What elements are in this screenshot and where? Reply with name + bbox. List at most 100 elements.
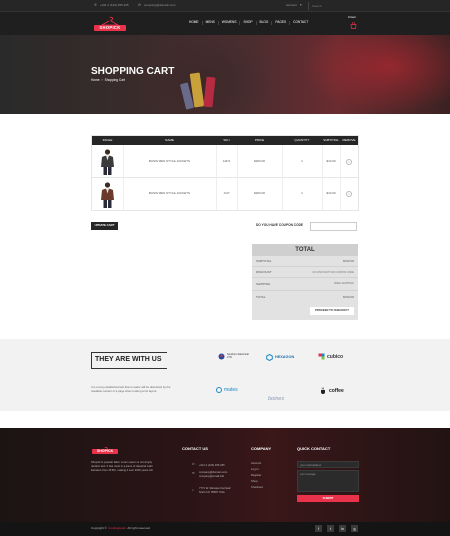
footer-email-1[interactable]: company@domain.com: [199, 471, 227, 474]
partner-logo-mates[interactable]: mates: [216, 387, 238, 393]
totals-row: SUBTOTAL $700.00: [252, 256, 358, 267]
linkedin-icon[interactable]: in: [339, 525, 346, 532]
close-icon: ×: [346, 158, 352, 165]
partner-logo-southern[interactable]: Southern Electrical LTD: [218, 353, 249, 360]
submit-button[interactable]: SUBMIT: [297, 495, 359, 502]
phone-icon: ✆: [94, 3, 97, 7]
partners-heading: THEY ARE WITH US: [95, 356, 162, 363]
copyright-bar: Copyright © Codingstudio All right reser…: [0, 522, 450, 536]
cart-table: IMAGE NAME SKU PRICE QUANTITY SUBTOTAL R…: [91, 135, 359, 211]
total-value: $700.00: [343, 295, 354, 299]
quantity-input[interactable]: 1: [282, 178, 322, 210]
nav-womens[interactable]: WOMENS: [219, 20, 241, 25]
google-plus-icon[interactable]: g: [351, 525, 358, 532]
page-title: SHOPPING CART: [91, 66, 175, 77]
hexagon-logo-icon: [266, 354, 273, 361]
partner-logo-boines[interactable]: boines: [268, 387, 284, 405]
footer-about-line2: random text. It has roots in a piece of …: [91, 465, 153, 468]
southern-logo-icon: [218, 353, 225, 360]
partners-section: THEY ARE WITH US It is a long establishe…: [0, 339, 450, 411]
company-link-shop[interactable]: Shop: [251, 479, 258, 483]
chevron-down-icon: ▾: [300, 3, 302, 7]
cart-count: 0 item: [348, 15, 357, 19]
twitter-icon[interactable]: t: [327, 525, 334, 532]
mail-icon: ✉: [192, 471, 195, 475]
mates-logo-icon: [216, 387, 222, 393]
product-name[interactable]: BASIS MEN STYLE JACKETS: [123, 145, 216, 178]
account-link[interactable]: Account: [286, 3, 297, 8]
partner-logo-hexagon[interactable]: HEXAGON: [266, 354, 294, 361]
quick-message-textarea[interactable]: your message: [297, 470, 359, 492]
footer-logo-text: SHOPICK: [92, 449, 118, 454]
footer-phone: +011 2 (123) 456 325: [199, 463, 225, 467]
quick-email-input[interactable]: your email address: [297, 461, 359, 468]
phone-icon: ✆: [192, 462, 195, 466]
total-label: TOTAL: [256, 295, 266, 299]
footer-address-2: North UC 55667 USA: [199, 491, 225, 494]
company-title: COMPANY: [251, 446, 272, 451]
hero-bokeh: [300, 35, 450, 114]
remove-button[interactable]: ×: [340, 178, 358, 210]
copyright-text: Copyright © Codingstudio All right reser…: [91, 526, 150, 531]
breadcrumb-home[interactable]: Home: [91, 78, 100, 83]
product-subtotal: $10.00: [326, 158, 336, 163]
partner-logo-coffee[interactable]: coffee: [320, 387, 344, 394]
facebook-icon[interactable]: f: [315, 525, 322, 532]
quick-contact-title: QUICK CONTACT: [297, 446, 331, 451]
mail-icon: ✉: [138, 3, 141, 7]
map-pin-icon: ⌖: [192, 488, 194, 492]
copyright-brand-link[interactable]: Codingstudio: [108, 526, 126, 531]
breadcrumb-separator-icon: ›: [101, 78, 103, 82]
footer-email-2[interactable]: company@email.info: [199, 475, 224, 478]
coupon-input[interactable]: [310, 222, 357, 231]
footer: SHOPICK Shopick is popular label. Lorem …: [0, 428, 450, 522]
search-input[interactable]: [308, 1, 358, 10]
nav-mens[interactable]: MENS: [203, 20, 219, 25]
header: SHOPICK HOME MENS WOMENS SHOP BLOG PAGES…: [0, 11, 450, 35]
coupon-label: DO YOU HAVE COUPON CODE: [256, 223, 303, 227]
company-link-register[interactable]: Register: [251, 473, 261, 477]
nav-shop[interactable]: SHOP: [240, 20, 257, 25]
totals-title: TOTAL: [252, 244, 358, 256]
coffee-cup-icon: [321, 387, 325, 394]
top-email[interactable]: company@domain.com: [144, 3, 176, 8]
partner-logo-cubico[interactable]: cubico: [318, 353, 343, 360]
nav-pages[interactable]: PAGES: [272, 20, 291, 25]
cart-button[interactable]: 0 item: [348, 15, 360, 33]
company-link-checkout[interactable]: Checkout: [251, 485, 263, 489]
shipping-value: FREE SHIPPING: [333, 282, 354, 285]
nav-contact[interactable]: CONTACT: [290, 20, 311, 25]
logo[interactable]: SHOPICK: [92, 16, 128, 32]
contact-title: CONTACT US: [182, 446, 208, 451]
col-image: IMAGE: [102, 137, 113, 142]
nav-blog[interactable]: BLOG: [257, 20, 273, 25]
footer-address-1: 7771 W. Ramapo Fernleaf: [199, 487, 231, 490]
totals-row: SHIPPING FREE SHIPPING: [252, 278, 358, 291]
update-cart-button[interactable]: UPDATE CART: [91, 222, 118, 230]
footer-logo[interactable]: SHOPICK: [91, 442, 119, 456]
breadcrumb: Home › Shopping Cart: [91, 78, 125, 83]
product-sku: JJ17: [223, 191, 230, 196]
col-quantity: QUANTITY: [294, 137, 310, 142]
company-link-account[interactable]: Account: [251, 461, 261, 465]
cart-table-header: IMAGE NAME SKU PRICE QUANTITY SUBTOTAL R…: [92, 136, 358, 145]
logo-text: SHOPICK: [94, 25, 126, 31]
col-price: PRICE: [254, 137, 265, 142]
partners-desc-line2: readable content of a page when looking …: [91, 389, 158, 393]
col-subtotal: SUBTOTAL: [323, 137, 339, 142]
nav-home[interactable]: HOME: [186, 20, 203, 25]
company-link-login[interactable]: Log in: [251, 467, 259, 471]
product-image[interactable]: [99, 181, 116, 208]
product-image[interactable]: [99, 148, 116, 175]
col-name: NAME: [165, 137, 174, 142]
totals-row: TOTAL $700.00: [252, 291, 358, 302]
cart-totals-panel: TOTAL SUBTOTAL $700.00 DISCOUNT NO DISCO…: [252, 244, 358, 320]
proceed-checkout-button[interactable]: PROCEED TO CHECKOUT: [310, 307, 354, 315]
bag-icon: [350, 22, 357, 29]
top-bar: ✆ +011 2 (123) 456 325 ✉ company@domain.…: [0, 0, 450, 11]
quantity-input[interactable]: 1: [282, 145, 322, 178]
remove-button[interactable]: ×: [340, 145, 358, 178]
discount-value: NO DISCOUNT OR COUPON CODE: [312, 271, 354, 274]
product-name[interactable]: BASIS MEN STYLE JACKETS: [123, 178, 216, 210]
table-row: BASIS MEN STYLE JACKETS JJ471 $200.00 1 …: [92, 145, 358, 178]
